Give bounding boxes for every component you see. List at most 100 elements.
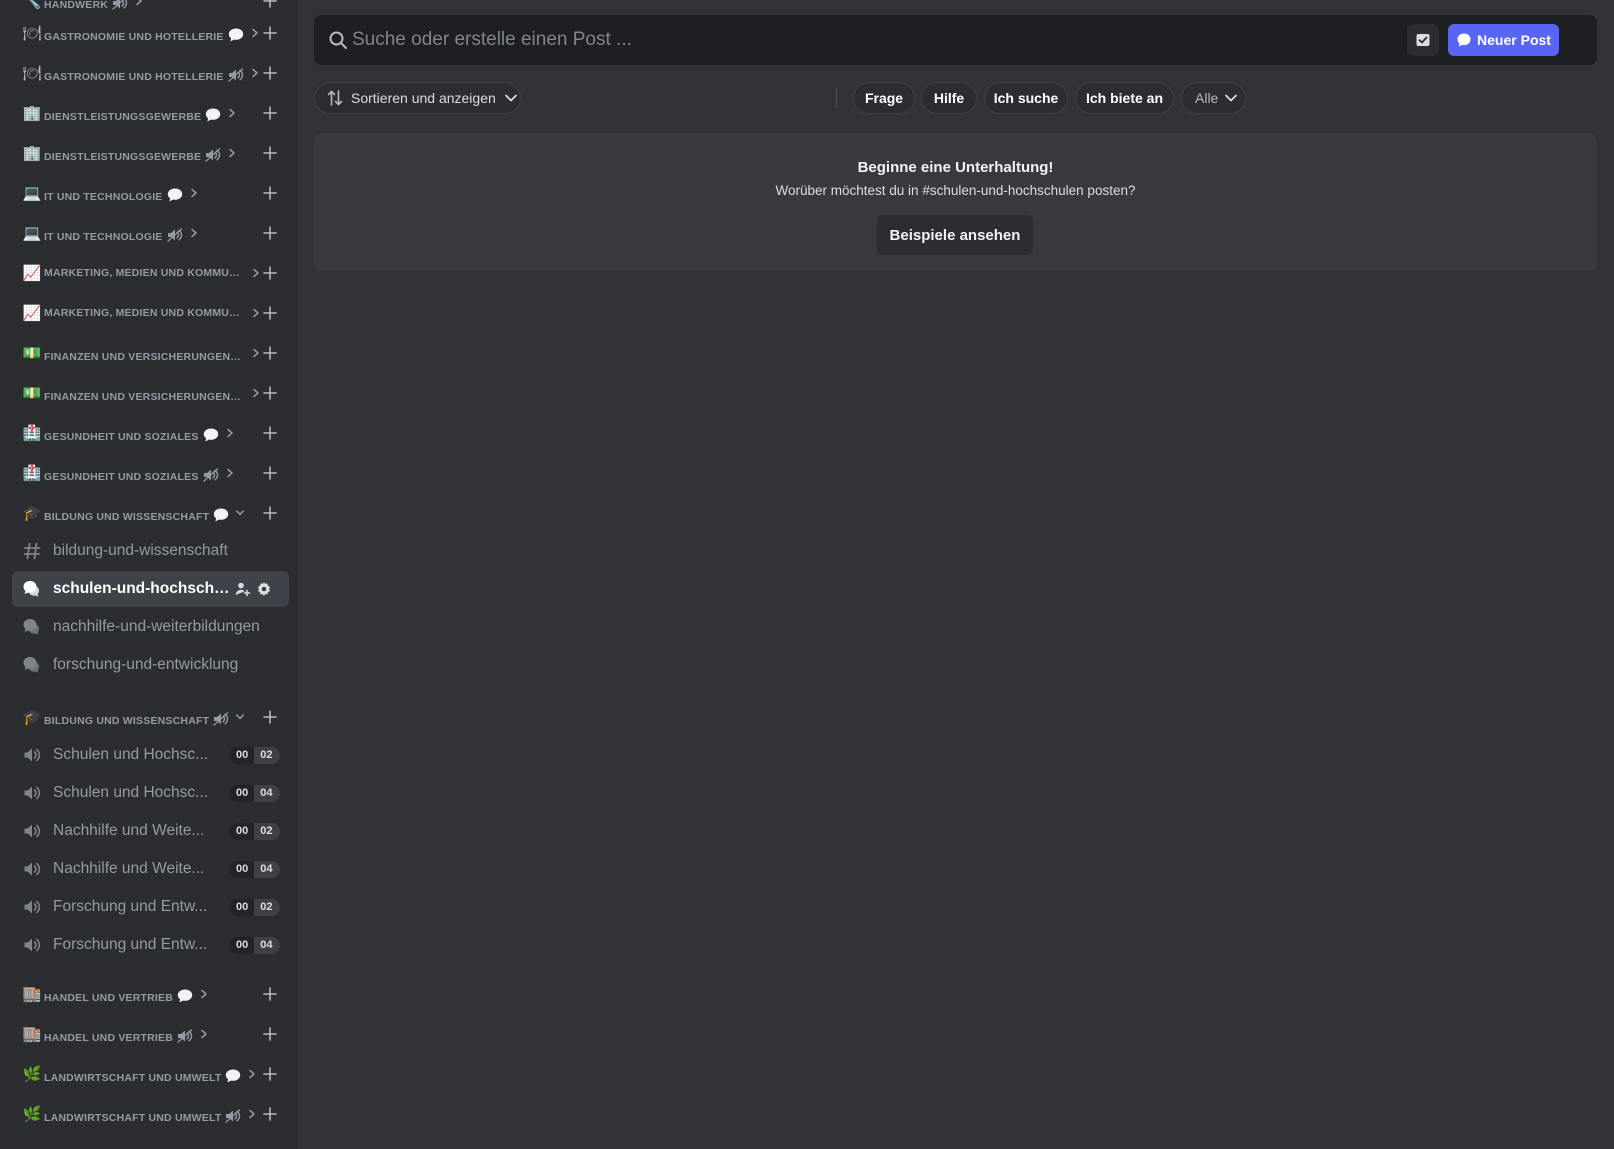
add-channel-icon[interactable] (262, 425, 278, 441)
category-emoji-icon: 📈 (22, 304, 42, 322)
add-channel-icon[interactable] (262, 0, 278, 9)
tag-filter-all-dropdown[interactable]: Alle (1181, 82, 1246, 114)
voice-count-limit: 02 (254, 747, 280, 764)
sort-label: Sortieren und anzeigen (351, 90, 496, 106)
voice-channel-item[interactable]: Schulen und Hochsc... 00 04 (12, 775, 289, 811)
tag-frage[interactable]: Frage (853, 82, 915, 114)
add-channel-icon[interactable] (262, 709, 278, 725)
category-header[interactable]: 🏬 Handel und Vertrieb (0, 1014, 298, 1054)
gear-icon[interactable] (256, 581, 272, 597)
category-header[interactable]: 💻 IT und Technologie (0, 213, 298, 253)
voice-channel-item[interactable]: Nachhilfe und Weite... 00 02 (12, 813, 289, 849)
category-label-text: Handel und Vertrieb (44, 992, 174, 1004)
muted-speaker-icon (205, 148, 221, 162)
tag-all-label: Alle (1195, 90, 1219, 106)
category-header[interactable]: 🌿 Landwirtschaft und Umwelt (0, 1094, 298, 1134)
speech-bubble-icon (167, 188, 182, 202)
category-header[interactable]: 🍽 Gastronomie und Hotellerie (0, 13, 298, 53)
add-channel-icon[interactable] (262, 265, 278, 281)
view-examples-button[interactable]: Beispiele ansehen (877, 215, 1033, 255)
category-label: Dienstleistungsgewerbe (44, 147, 222, 163)
speaker-icon (24, 824, 41, 838)
add-channel-icon[interactable] (262, 1026, 278, 1042)
chevron-right-icon (252, 68, 258, 78)
channel-item[interactable]: nachhilfe-und-weiterbildungen (12, 609, 289, 645)
chevron-right-icon (227, 428, 233, 438)
invite-member-icon[interactable] (235, 581, 251, 597)
category-emoji-icon: 🔧 (22, 0, 42, 10)
voice-channel-item[interactable]: Forschung und Entw... 00 04 (12, 927, 289, 963)
add-channel-icon[interactable] (262, 1066, 278, 1082)
chevron-right-icon (249, 1069, 255, 1079)
forum-bubbles-icon (23, 657, 39, 673)
voice-user-count: 00 04 (229, 861, 280, 878)
category-header[interactable]: 🏥 Gesundheit und Soziales (0, 453, 298, 493)
new-post-button[interactable]: Neuer Post (1448, 24, 1559, 56)
add-channel-icon[interactable] (262, 145, 278, 161)
tag-hilfe[interactable]: Hilfe (921, 82, 977, 114)
add-channel-icon[interactable] (262, 1106, 278, 1122)
channel-name: Forschung und Entw... (53, 898, 208, 915)
category-header[interactable]: 📈 Marketing, Medien und Kommuni... (0, 253, 298, 293)
add-channel-icon[interactable] (262, 25, 278, 41)
channel-item[interactable]: forschung-und-entwicklung (12, 647, 289, 683)
voice-channel-item[interactable]: Schulen und Hochsc... 00 02 (12, 737, 289, 773)
category-label: Handel und Vertrieb (44, 1028, 194, 1044)
category-header[interactable]: 🎓 Bildung und Wissenschaft (0, 697, 298, 737)
speech-bubble-icon (226, 1069, 241, 1083)
category-header[interactable]: 🍽 Gastronomie und Hotellerie (0, 53, 298, 93)
add-channel-icon[interactable] (262, 385, 278, 401)
tag-ich-biete-an[interactable]: Ich biete an (1075, 82, 1174, 114)
chevron-right-icon (253, 308, 259, 318)
category-header[interactable]: 🎓 Bildung und Wissenschaft (0, 493, 298, 533)
voice-count-current: 00 (229, 747, 255, 764)
muted-speaker-icon (213, 712, 229, 726)
add-channel-icon[interactable] (262, 105, 278, 121)
channel-item[interactable]: schulen-und-hochschul... (12, 571, 289, 607)
add-channel-icon[interactable] (262, 345, 278, 361)
category-header[interactable]: 🌿 Landwirtschaft und Umwelt (0, 1054, 298, 1094)
search-bar: Neuer Post (314, 15, 1597, 65)
voice-channel-item[interactable]: Forschung und Entw... 00 02 (12, 889, 289, 925)
category-header[interactable]: 📈 Marketing, Medien und Kommuni... (0, 293, 298, 333)
speech-bubble-icon (214, 508, 229, 522)
category-label: Landwirtschaft und Umwelt (44, 1108, 242, 1124)
add-channel-icon[interactable] (262, 185, 278, 201)
category-header[interactable]: 🏥 Gesundheit und Soziales (0, 413, 298, 453)
add-channel-icon[interactable] (262, 65, 278, 81)
channel-name: nachhilfe-und-weiterbildungen (53, 618, 260, 635)
add-channel-icon[interactable] (262, 986, 278, 1002)
tag-label: Ich suche (993, 90, 1059, 106)
tag-ich-suche[interactable]: Ich suche (984, 82, 1068, 114)
category-emoji-icon: 💵 (22, 384, 42, 402)
category-header[interactable]: 🏢 Dienstleistungsgewerbe (0, 133, 298, 173)
add-channel-icon[interactable] (262, 465, 278, 481)
channel-item[interactable]: bildung-und-wissenschaft (12, 533, 289, 569)
add-channel-icon[interactable] (262, 505, 278, 521)
category-label-text: Landwirtschaft und Umwelt (44, 1072, 222, 1084)
voice-count-current: 00 (229, 899, 255, 916)
add-channel-icon[interactable] (262, 305, 278, 321)
category-emoji-icon: 🏬 (22, 985, 42, 1003)
search-icon (329, 31, 347, 49)
chevron-right-icon (201, 989, 207, 999)
channel-name: bildung-und-wissenschaft (53, 542, 228, 559)
search-input[interactable] (352, 15, 1392, 65)
category-emoji-icon: 💵 (22, 344, 42, 362)
post-guidelines-button[interactable] (1407, 24, 1439, 56)
category-label: Handel und Vertrieb (44, 988, 194, 1004)
voice-channel-item[interactable]: Nachhilfe und Weite... 00 04 (12, 851, 289, 887)
category-header[interactable]: 💵 Finanzen und Versicherungen (0, 373, 298, 413)
add-channel-icon[interactable] (262, 225, 278, 241)
category-header[interactable]: 🏬 Handel und Vertrieb (0, 974, 298, 1014)
category-header[interactable]: 💵 Finanzen und Versicherungen (0, 333, 298, 373)
category-header[interactable]: 💻 IT und Technologie (0, 173, 298, 213)
category-label: Finanzen und Versicherungen (44, 387, 246, 403)
forum-bubbles-icon (23, 581, 39, 597)
tag-label: Frage (864, 90, 904, 106)
category-header[interactable]: 🏢 Dienstleistungsgewerbe (0, 93, 298, 133)
sort-and-view-button[interactable]: Sortieren und anzeigen (314, 82, 521, 114)
muted-speaker-icon (225, 1109, 241, 1123)
app-window: 🔧 Handwerk 🍽 Gastronomie und Hotellerie 🍽 Gas… (0, 0, 1614, 1149)
speech-bubble-icon (203, 428, 218, 442)
